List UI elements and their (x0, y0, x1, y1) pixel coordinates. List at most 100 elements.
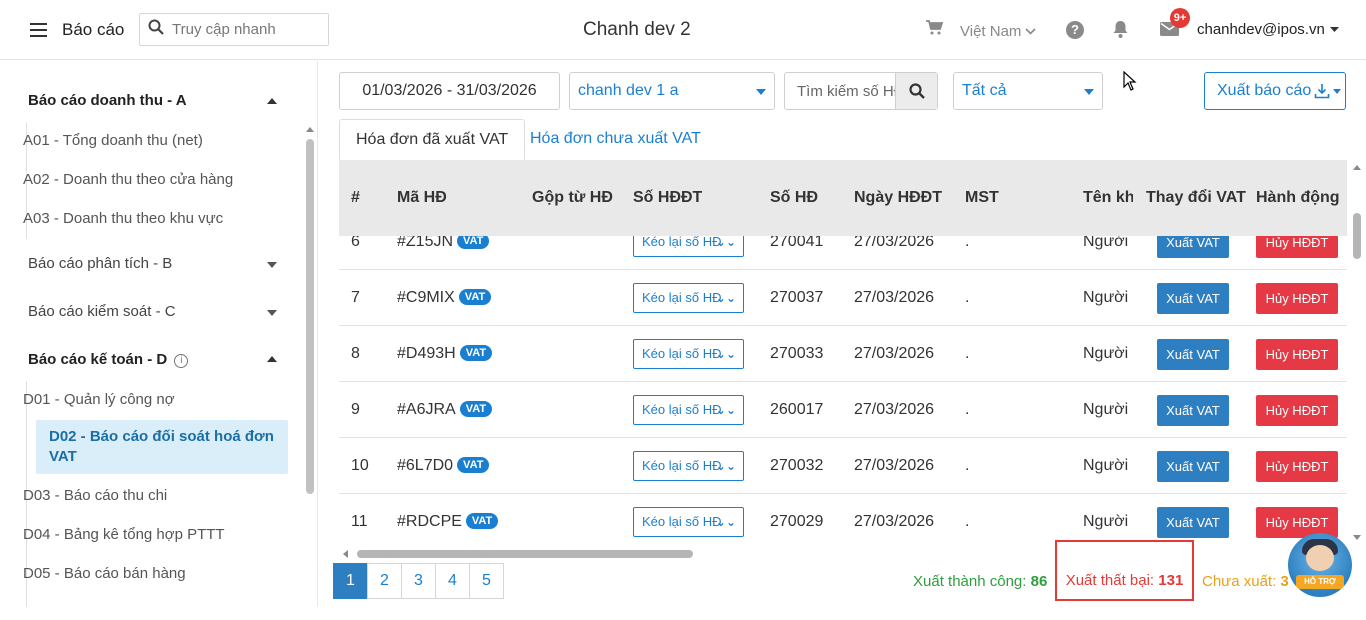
export-vat-button[interactable]: Xuất VAT (1157, 395, 1229, 426)
vat-tag: VAT (459, 345, 493, 361)
language-selector[interactable]: Việt Nam (960, 23, 1036, 40)
invoice-number: 270032 (770, 457, 824, 474)
pull-label: Kéo lại số HĐ (642, 290, 722, 305)
sidebar-item-d04[interactable]: D04 - Bảng kê tổng hợp PTTT (23, 526, 225, 543)
search-button[interactable] (895, 73, 937, 109)
invoice-search[interactable] (784, 72, 938, 110)
date-range-picker[interactable]: 01/03/2026 - 31/03/2026 (339, 72, 560, 110)
page-button-5[interactable]: 5 (469, 563, 504, 599)
tab-issued-vat[interactable]: Hóa đơn đã xuất VAT (339, 119, 526, 160)
caret-down-icon (756, 89, 766, 95)
einvoice-date: 27/03/2026 (854, 345, 935, 362)
row-index: 10 (351, 457, 369, 474)
double-chevron-down-icon: ⌄⌄ (715, 291, 736, 305)
sidebar-item-d05[interactable]: D05 - Báo cáo bán hàng (23, 565, 186, 582)
export-failed-summary[interactable]: Xuất thất bại: 131 (1055, 540, 1194, 601)
caret-down-icon (1084, 89, 1094, 95)
export-vat-button[interactable]: Xuất VAT (1157, 339, 1229, 370)
sidebar-group-b-title[interactable]: Báo cáo phân tích - B (28, 255, 172, 272)
export-report-button[interactable]: Xuất báo cáo (1204, 72, 1346, 110)
caret-down-icon (1329, 26, 1339, 32)
column-header-index: # (351, 189, 360, 206)
table-row: 10 #6L7D0 VAT Kéo lại số HĐ ⌄⌄ 270032 27/0… (339, 438, 1347, 494)
scroll-up-arrow[interactable] (1353, 165, 1361, 170)
cancel-einvoice-button[interactable]: Hủy HĐĐT (1256, 339, 1338, 370)
export-vat-button[interactable]: Xuất VAT (1157, 283, 1229, 314)
support-chat-button[interactable]: HỖ TRỢ (1288, 533, 1352, 597)
pagination: 1 2 3 4 5 (333, 563, 504, 599)
cancel-einvoice-button[interactable]: Hủy HĐĐT (1256, 283, 1338, 314)
sidebar-scrollbar[interactable] (306, 139, 314, 494)
sidebar-group-a-title[interactable]: Báo cáo doanh thu - A (28, 92, 187, 109)
invoice-code-text: #RDCPE (397, 513, 462, 530)
sidebar-item-a03[interactable]: A03 - Doanh thu theo khu vực (23, 210, 223, 227)
quick-search-input[interactable] (172, 21, 322, 38)
sidebar-item-d02[interactable]: D02 - Báo cáo đối soát hoá đơn VAT (36, 420, 288, 474)
export-vat-button[interactable]: Xuất VAT (1157, 451, 1229, 482)
top-header: Báo cáo Chanh dev 2 Việt Nam ? 9+ chanhd… (0, 0, 1366, 60)
page-button-3[interactable]: 3 (401, 563, 436, 599)
sidebar-item-d03[interactable]: D03 - Báo cáo thu chi (23, 487, 167, 504)
pull-invoice-number-button[interactable]: Kéo lại số HĐ ⌄⌄ (633, 507, 744, 537)
column-header-tax-code: MST (965, 189, 999, 206)
einvoice-date: 27/03/2026 (854, 513, 935, 530)
help-icon[interactable]: ? (1066, 21, 1084, 39)
column-header-code: Mã HĐ (397, 189, 447, 206)
mouse-cursor-icon (1123, 70, 1137, 96)
status-select[interactable]: Tất cả (953, 72, 1103, 110)
download-icon (1314, 84, 1330, 99)
page-button-2[interactable]: 2 (367, 563, 402, 599)
table-row: 7 #C9MIX VAT Kéo lại số HĐ ⌄⌄ 270037 27/03… (339, 270, 1347, 326)
table-row: 11 #RDCPE VAT Kéo lại số HĐ ⌄⌄ 270029 27/0… (339, 494, 1347, 545)
einvoice-date: 27/03/2026 (854, 289, 935, 306)
invoice-number: 270033 (770, 345, 824, 362)
store-select[interactable]: chanh dev 1 a (569, 72, 775, 110)
expand-icon[interactable] (267, 262, 277, 268)
sidebar-item-d01[interactable]: D01 - Quản lý công nợ (23, 391, 175, 408)
caret-down-icon (1333, 88, 1342, 94)
customer-name: Người mua không lấy hóa đơn (1083, 401, 1133, 418)
tax-code: . (965, 345, 970, 362)
invoice-table: # Mã HĐ Gộp từ HĐ Số HĐĐT Số HĐ Ngày HĐĐ… (339, 160, 1347, 545)
column-header-merged: Gộp từ HĐ (532, 189, 613, 206)
pull-label: Kéo lại số HĐ (642, 514, 722, 529)
sidebar-item-a02[interactable]: A02 - Doanh thu theo cửa hàng (23, 171, 233, 188)
scroll-left-arrow[interactable] (343, 550, 348, 558)
info-icon[interactable]: i (174, 354, 189, 368)
store-select-value: chanh dev 1 a (578, 82, 679, 99)
pull-invoice-number-button[interactable]: Kéo lại số HĐ ⌄⌄ (633, 339, 744, 369)
sidebar-group-d-label: Báo cáo kế toán - D (28, 351, 168, 368)
cancel-einvoice-button[interactable]: Hủy HĐĐT (1256, 395, 1338, 426)
cart-icon[interactable] (926, 20, 944, 40)
column-header-einvoice-no: Số HĐĐT (633, 189, 703, 206)
tax-code: . (965, 289, 970, 306)
invoice-code-text: #6L7D0 (397, 457, 454, 474)
tab-not-issued-vat[interactable]: Hóa đơn chưa xuất VAT (514, 119, 717, 160)
pull-invoice-number-button[interactable]: Kéo lại số HĐ ⌄⌄ (633, 395, 744, 425)
scroll-down-arrow[interactable] (1353, 535, 1361, 540)
pull-invoice-number-button[interactable]: Kéo lại số HĐ ⌄⌄ (633, 283, 744, 313)
invoice-search-input[interactable] (785, 73, 895, 109)
scroll-up-arrow[interactable] (306, 127, 314, 132)
sidebar-group-d-title[interactable]: Báo cáo kế toán - D i (28, 351, 189, 368)
export-vat-button[interactable]: Xuất VAT (1157, 507, 1229, 538)
quick-search-box[interactable] (139, 13, 329, 46)
bell-icon[interactable] (1112, 20, 1129, 44)
double-chevron-down-icon: ⌄⌄ (715, 347, 736, 361)
menu-icon[interactable] (30, 23, 47, 37)
user-menu[interactable]: chanhdev@ipos.vn (1197, 21, 1339, 38)
pull-invoice-number-button[interactable]: Kéo lại số HĐ ⌄⌄ (633, 451, 744, 481)
table-vertical-scrollbar[interactable] (1353, 213, 1361, 259)
page-button-1[interactable]: 1 (333, 563, 368, 599)
sidebar-item-a01[interactable]: A01 - Tổng doanh thu (net) (23, 132, 203, 149)
tax-code: . (965, 513, 970, 530)
collapse-icon[interactable] (267, 356, 277, 362)
success-count: 86 (1030, 573, 1048, 590)
status-select-value: Tất cả (962, 82, 1007, 99)
expand-icon[interactable] (267, 310, 277, 316)
cancel-einvoice-button[interactable]: Hủy HĐĐT (1256, 451, 1338, 482)
sidebar-group-c-title[interactable]: Báo cáo kiểm soát - C (28, 303, 176, 320)
page-button-4[interactable]: 4 (435, 563, 470, 599)
collapse-icon[interactable] (267, 98, 277, 104)
table-horizontal-scrollbar[interactable] (357, 550, 693, 558)
